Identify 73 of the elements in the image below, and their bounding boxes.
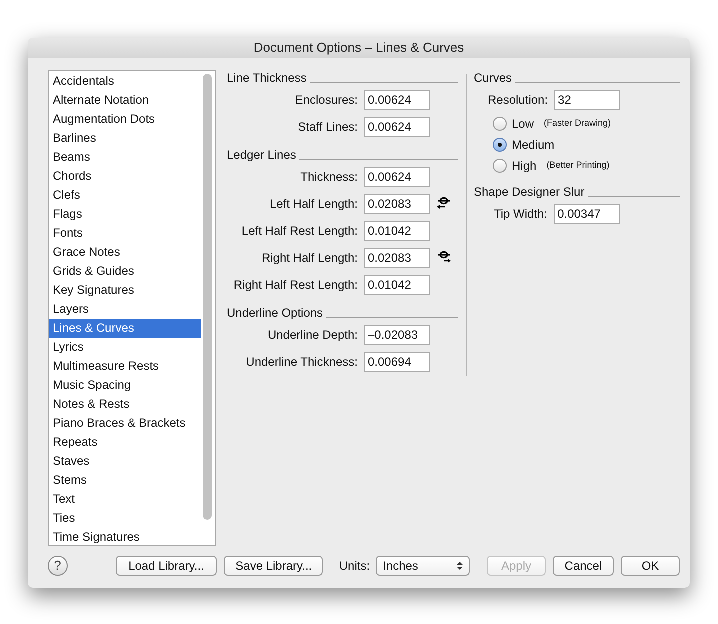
sidebar-item[interactable]: Multimeasure Rests <box>49 357 201 376</box>
radio-label: Medium <box>512 136 555 154</box>
save-library-button[interactable]: Save Library... <box>224 556 324 576</box>
sidebar-item[interactable]: Alternate Notation <box>49 91 201 110</box>
field-label: Tip Width: <box>494 206 548 222</box>
units-dropdown[interactable]: Inches <box>376 556 470 576</box>
ok-button[interactable]: OK <box>620 556 680 576</box>
radio-note: (Faster Drawing) <box>544 116 612 130</box>
sidebar-item[interactable]: Stems <box>49 471 201 490</box>
number-field[interactable]: 32 <box>554 90 620 110</box>
scrollbar-thumb[interactable] <box>203 74 212 520</box>
number-field[interactable]: 0.01042 <box>364 220 430 240</box>
sidebar-item[interactable]: Fonts <box>49 224 201 243</box>
field-label: Underline Depth: <box>266 326 359 344</box>
sidebar-item[interactable]: Lines & Curves <box>49 319 201 338</box>
load-library-button[interactable]: Load Library... <box>116 556 218 576</box>
sidebar-item[interactable]: Ties <box>49 509 201 528</box>
help-button[interactable]: ? <box>48 556 68 576</box>
field-label: Left Half Length: <box>268 196 359 212</box>
sidebar-item[interactable]: Piano Braces & Brackets <box>49 414 201 433</box>
field-label: Staff Lines: <box>297 118 359 136</box>
sidebar-item[interactable]: Flags <box>49 205 201 224</box>
stepper-icon <box>456 561 463 571</box>
window-title: Document Options – Lines & Curves <box>28 38 690 58</box>
number-field[interactable]: 0.01042 <box>364 274 430 294</box>
ledger-right-icon <box>436 250 452 264</box>
sidebar-item[interactable]: Beams <box>49 148 201 167</box>
group-heading: Curves <box>474 70 512 87</box>
sidebar-item[interactable]: Augmentation Dots <box>49 110 201 129</box>
ledger-left-icon <box>436 196 452 210</box>
sidebar-item[interactable]: Text <box>49 490 201 509</box>
number-field[interactable]: 0.00624 <box>364 90 430 110</box>
number-field[interactable]: –0.02083 <box>364 324 430 344</box>
field-label: Thickness: <box>300 168 359 186</box>
number-field[interactable]: 0.00624 <box>364 166 430 186</box>
radio-button[interactable] <box>493 116 507 130</box>
number-field[interactable]: 0.00624 <box>364 116 430 136</box>
group-heading: Shape Designer Slur <box>474 184 585 201</box>
sidebar-item[interactable]: Repeats <box>49 433 201 452</box>
radio-note: (Better Printing) <box>546 158 610 172</box>
sidebar-item[interactable]: Chords <box>49 167 201 186</box>
field-label: Resolution: <box>488 92 548 108</box>
sidebar-item[interactable]: Grace Notes <box>49 243 201 262</box>
field-label: Right Half Rest Length: <box>232 276 359 294</box>
group-heading: Line Thickness <box>227 70 307 87</box>
sidebar-item[interactable]: Music Spacing <box>49 376 201 395</box>
sidebar-item[interactable]: Barlines <box>49 129 201 148</box>
sidebar-item[interactable]: Clefs <box>49 186 201 205</box>
sidebar-item[interactable]: Grids & Guides <box>49 262 201 281</box>
number-field[interactable]: 0.00347 <box>554 204 620 224</box>
sidebar-item[interactable]: Lyrics <box>49 338 201 357</box>
number-field[interactable]: 0.00694 <box>364 352 430 372</box>
number-field[interactable]: 0.02083 <box>364 248 430 268</box>
radio-label: Low <box>512 116 534 132</box>
radio-label: High <box>512 158 537 174</box>
radio-button[interactable] <box>493 138 507 152</box>
sidebar-item[interactable]: Staves <box>49 452 201 471</box>
group-heading: Underline Options <box>227 305 324 322</box>
field-label: Right Half Length: <box>260 250 359 266</box>
cancel-button[interactable]: Cancel <box>553 556 614 576</box>
field-label: Enclosures: <box>294 92 359 108</box>
sidebar-item[interactable]: Time Signatures <box>49 528 201 547</box>
sidebar-item[interactable]: Key Signatures <box>49 281 201 300</box>
units-label: Units: <box>339 558 370 575</box>
sidebar-item[interactable]: Notes & Rests <box>49 395 201 414</box>
field-label: Underline Thickness: <box>245 354 359 370</box>
field-label: Left Half Rest Length: <box>240 222 359 240</box>
dropdown-value: Inches <box>383 558 418 575</box>
sidebar-item[interactable]: Layers <box>49 300 201 319</box>
radio-button[interactable] <box>493 158 507 172</box>
number-field[interactable]: 0.02083 <box>364 194 430 214</box>
group-heading: Ledger Lines <box>227 147 296 164</box>
sidebar-item[interactable]: Accidentals <box>49 72 201 91</box>
